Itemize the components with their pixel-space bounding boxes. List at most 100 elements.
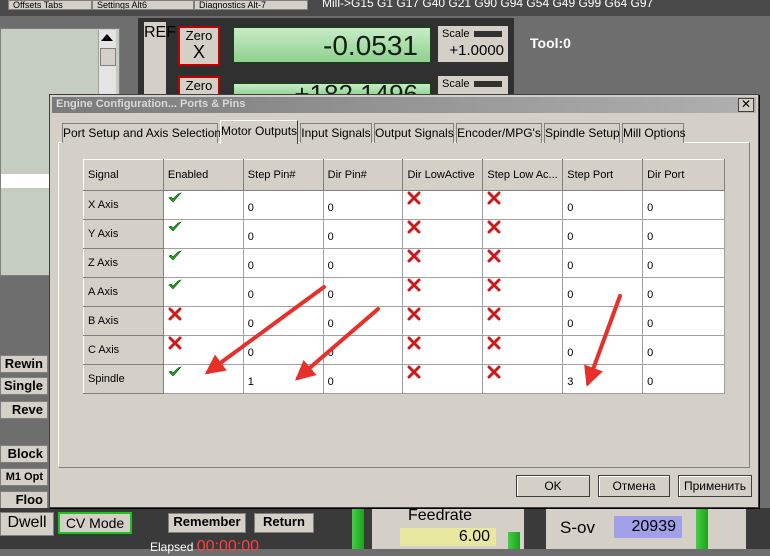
tab-output-signals[interactable]: Output Signals	[374, 123, 454, 143]
dir-pin-cell[interactable]: 0	[322, 277, 404, 307]
single-block-button[interactable]: Single	[0, 377, 48, 395]
enabled-cell[interactable]	[162, 364, 244, 394]
step-low-active-cell[interactable]	[482, 277, 564, 307]
column-header-enabled[interactable]: Enabled	[162, 159, 244, 191]
column-header-dir-low-active[interactable]: Dir LowActive	[402, 159, 484, 191]
step-pin-cell[interactable]: 0	[242, 190, 324, 220]
dir-low-active-cell[interactable]	[402, 364, 484, 394]
dir-port-cell[interactable]: 0	[642, 248, 725, 278]
scroll-up-icon[interactable]	[101, 34, 113, 41]
tab-spindle-setup[interactable]: Spindle Setup	[544, 123, 620, 143]
red-x-icon[interactable]	[487, 220, 501, 234]
dir-port-cell[interactable]: 0	[642, 219, 725, 249]
column-header-step-port[interactable]: Step Port	[562, 159, 644, 191]
close-icon[interactable]: ✕	[738, 98, 754, 112]
block-delete-button[interactable]: Block	[0, 445, 48, 463]
remember-button[interactable]: Remember	[168, 513, 246, 533]
zero-x-button[interactable]: Zero X	[178, 26, 220, 66]
step-port-cell[interactable]: 3	[562, 364, 644, 394]
enabled-cell[interactable]	[162, 219, 244, 249]
apply-button[interactable]: Применить	[678, 475, 752, 497]
x-axis-dro[interactable]: -0.0531	[232, 26, 432, 64]
enabled-cell[interactable]	[162, 306, 244, 336]
rewind-button[interactable]: Rewin	[0, 355, 48, 373]
red-x-icon[interactable]	[407, 278, 421, 292]
green-check-icon[interactable]	[168, 191, 182, 205]
step-low-active-cell[interactable]	[482, 364, 564, 394]
ref-all-home-button[interactable]: REF	[144, 22, 176, 98]
cancel-button[interactable]: Отмена	[598, 475, 670, 497]
dir-port-cell[interactable]: 0	[642, 190, 725, 220]
dir-pin-cell[interactable]: 0	[322, 364, 404, 394]
red-x-icon[interactable]	[168, 336, 182, 350]
step-low-active-cell[interactable]	[482, 219, 564, 249]
red-x-icon[interactable]	[407, 249, 421, 263]
red-x-icon[interactable]	[168, 307, 182, 321]
step-pin-cell[interactable]: 0	[242, 306, 324, 336]
red-x-icon[interactable]	[407, 191, 421, 205]
dir-low-active-cell[interactable]	[402, 190, 484, 220]
dir-pin-cell[interactable]: 0	[322, 306, 404, 336]
cv-mode-button[interactable]: CV Mode	[58, 512, 132, 534]
tab-mill-options[interactable]: Mill Options	[622, 123, 686, 143]
red-x-icon[interactable]	[407, 220, 421, 234]
dir-pin-cell[interactable]: 0	[322, 248, 404, 278]
tab-port-setup[interactable]: Port Setup and Axis Selection	[62, 123, 221, 143]
dir-low-active-cell[interactable]	[402, 219, 484, 249]
green-check-icon[interactable]	[168, 249, 182, 263]
enabled-cell[interactable]	[162, 190, 244, 220]
step-pin-cell[interactable]: 0	[242, 219, 324, 249]
step-low-active-cell[interactable]	[482, 335, 564, 365]
step-low-active-cell[interactable]	[482, 190, 564, 220]
reverse-run-button[interactable]: Reve	[0, 401, 48, 419]
dir-pin-cell[interactable]: 0	[322, 190, 404, 220]
tab-motor-outputs[interactable]: Motor Outputs	[220, 120, 298, 144]
step-pin-cell[interactable]: 0	[242, 277, 324, 307]
dir-low-active-cell[interactable]	[402, 277, 484, 307]
dir-low-active-cell[interactable]	[402, 335, 484, 365]
step-low-active-cell[interactable]	[482, 248, 564, 278]
red-x-icon[interactable]	[487, 336, 501, 350]
step-port-cell[interactable]: 0	[562, 190, 644, 220]
enabled-cell[interactable]	[162, 248, 244, 278]
dir-low-active-cell[interactable]	[402, 306, 484, 336]
dwell-button[interactable]: Dwell	[0, 512, 54, 536]
diagnostics-tab-button[interactable]: Diagnostics Alt-7	[194, 0, 308, 10]
enabled-cell[interactable]	[162, 277, 244, 307]
step-pin-cell[interactable]: 0	[242, 335, 324, 365]
dir-port-cell[interactable]: 0	[642, 335, 725, 365]
red-x-icon[interactable]	[487, 191, 501, 205]
m1-optional-stop-button[interactable]: M1 Opt	[0, 468, 48, 486]
step-low-active-cell[interactable]	[482, 306, 564, 336]
step-pin-cell[interactable]: 1	[242, 364, 324, 394]
step-port-cell[interactable]: 0	[562, 306, 644, 336]
green-check-icon[interactable]	[168, 278, 182, 292]
green-check-icon[interactable]	[168, 220, 182, 234]
tab-input-signals[interactable]: Input Signals	[300, 123, 372, 143]
red-x-icon[interactable]	[407, 307, 421, 321]
dir-low-active-cell[interactable]	[402, 248, 484, 278]
flood-button[interactable]: Floo	[0, 491, 48, 509]
return-button[interactable]: Return	[254, 513, 314, 533]
step-port-cell[interactable]: 0	[562, 219, 644, 249]
red-x-icon[interactable]	[487, 249, 501, 263]
red-x-icon[interactable]	[407, 336, 421, 350]
dir-port-cell[interactable]: 0	[642, 277, 725, 307]
offsets-tab-button[interactable]: Offsets Tabs	[8, 0, 92, 10]
step-port-cell[interactable]: 0	[562, 277, 644, 307]
ok-button[interactable]: OK	[516, 475, 590, 497]
red-x-icon[interactable]	[407, 365, 421, 379]
column-header-step-low-active[interactable]: Step Low Ac...	[482, 159, 564, 191]
scroll-thumb[interactable]	[100, 48, 116, 66]
dir-port-cell[interactable]: 0	[642, 364, 725, 394]
enabled-cell[interactable]	[162, 335, 244, 365]
dir-pin-cell[interactable]: 0	[322, 335, 404, 365]
red-x-icon[interactable]	[487, 365, 501, 379]
green-check-icon[interactable]	[168, 365, 182, 379]
step-pin-cell[interactable]: 0	[242, 248, 324, 278]
step-port-cell[interactable]: 0	[562, 335, 644, 365]
column-header-dir-port[interactable]: Dir Port	[642, 159, 725, 191]
column-header-signal[interactable]: Signal	[83, 159, 164, 191]
tab-encoder-mpg[interactable]: Encoder/MPG's	[456, 123, 542, 143]
dialog-titlebar[interactable]: Engine Configuration... Ports & Pins ✕	[52, 97, 756, 113]
